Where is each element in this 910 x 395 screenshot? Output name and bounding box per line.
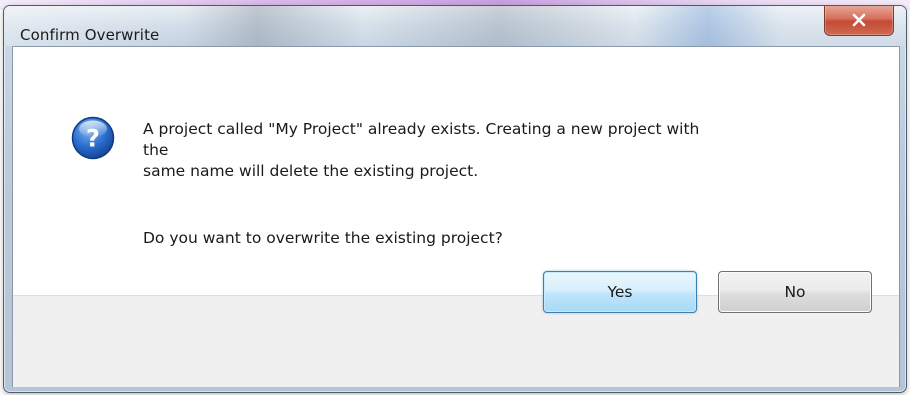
close-icon: [852, 13, 866, 27]
close-button[interactable]: [824, 6, 894, 36]
question-text: Do you want to overwrite the existing pr…: [143, 229, 503, 247]
no-button[interactable]: No: [718, 271, 872, 313]
question-icon: ?: [71, 116, 115, 160]
message-area: ? A project called "My Project" already …: [13, 47, 899, 295]
message-line-1: A project called "My Project" already ex…: [143, 120, 700, 138]
yes-button[interactable]: Yes: [543, 271, 697, 313]
title-bar[interactable]: Confirm Overwrite: [4, 6, 906, 46]
message-line-3: same name will delete the existing proje…: [143, 162, 479, 180]
dialog-body: ? A project called "My Project" already …: [12, 46, 900, 387]
window-title: Confirm Overwrite: [20, 26, 160, 44]
confirm-overwrite-dialog: Confirm Overwrite ? A project called "My…: [3, 5, 907, 393]
svg-text:?: ?: [86, 125, 100, 153]
screen: Confirm Overwrite ? A project called "My…: [0, 0, 910, 395]
message-line-2: the: [143, 141, 169, 159]
message-text: A project called "My Project" already ex…: [143, 119, 883, 182]
